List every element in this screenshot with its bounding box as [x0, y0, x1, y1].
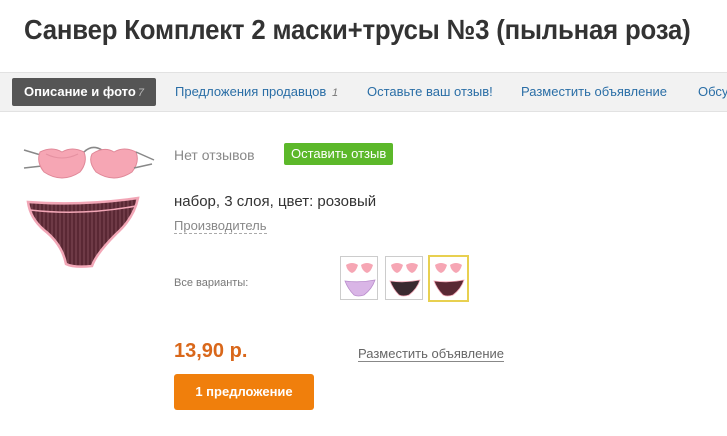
tab-seller-offers-count: 1 [331, 87, 339, 99]
post-ad-link[interactable]: Разместить объявление [358, 346, 505, 362]
product-description: набор, 3 слоя, цвет: розовый [174, 193, 377, 210]
tab-description[interactable]: Описание и фото 7 [12, 78, 156, 106]
variant-3-image [433, 263, 465, 297]
tab-seller-offers-label: Предложения продавцов [175, 84, 327, 99]
variant-thumbnail-1[interactable] [340, 256, 378, 300]
product-price: 13,90 р. [174, 340, 248, 362]
tab-post-ad-label: Разместить объявление [521, 84, 668, 99]
variant-1-image [344, 263, 376, 297]
no-reviews-text: Нет отзывов [174, 147, 255, 163]
mask-left-shape [23, 148, 86, 179]
briefs-shape [26, 196, 140, 268]
page-title: Санвер Комплект 2 маски+трусы №3 (пыльна… [24, 14, 691, 45]
tab-bar: Описание и фото 7 Предложения продавцов 1… [0, 72, 727, 112]
tab-leave-review[interactable]: Оставьте ваш отзыв! [367, 79, 493, 105]
tab-post-ad[interactable]: Разместить объявление [521, 79, 667, 105]
tab-seller-offers[interactable]: Предложения продавцов 1 [175, 79, 338, 105]
offers-button[interactable]: 1 предложение [174, 374, 314, 410]
mask-right-shape [83, 146, 155, 179]
variant-2-image [389, 263, 421, 297]
variant-thumbnail-3-selected[interactable] [428, 255, 469, 302]
tab-leave-review-label: Оставьте ваш отзыв! [367, 84, 493, 99]
product-image[interactable] [22, 138, 162, 278]
tab-description-count: 7 [137, 87, 144, 99]
variant-thumbnail-2[interactable] [385, 256, 423, 300]
variants-label: Все варианты: [174, 277, 249, 289]
leave-review-button[interactable]: Оставить отзыв [284, 143, 394, 165]
manufacturer-link[interactable]: Производитель [174, 218, 267, 234]
tab-discussion-label: Обсу [698, 84, 727, 99]
tab-description-label: Описание и фото [24, 84, 136, 99]
tab-discussion[interactable]: Обсу [698, 79, 727, 105]
